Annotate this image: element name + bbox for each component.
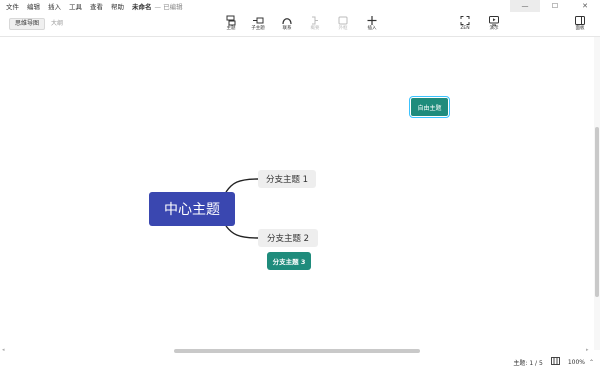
summary-button[interactable]: 概要 [302, 14, 328, 34]
close-button[interactable]: ✕ [570, 0, 600, 12]
topic-icon [226, 15, 236, 26]
vertical-scroll-thumb[interactable] [595, 127, 599, 297]
insert-button[interactable]: 插入 [359, 14, 385, 34]
central-topic[interactable]: 中心主题 [149, 192, 235, 226]
insert-label: 插入 [367, 26, 377, 31]
window-controls: — ☐ ✕ [510, 0, 600, 12]
summary-label: 概要 [310, 26, 320, 31]
panel-button[interactable]: 面板 [567, 14, 593, 34]
menu-file[interactable]: 文件 [6, 1, 19, 11]
boundary-button[interactable]: 外框 [330, 14, 356, 34]
status-bar: 主题: 1 / 5 100% ⌃ [0, 354, 600, 370]
relation-icon [282, 18, 292, 25]
mindmap-canvas[interactable]: 中心主题 分支主题 1 分支主题 2 分支主题 3 自由主题 [0, 37, 594, 350]
document-title: 未命名 [132, 3, 152, 11]
boundary-icon [338, 16, 348, 25]
relation-button[interactable]: 联系 [274, 14, 300, 34]
toolbar: 思维导图 大纲 主题 子主题 联系 概要 外框 插入 ZEN 演示 面板 [0, 12, 600, 37]
menu-insert[interactable]: 插入 [48, 1, 61, 11]
menu-help[interactable]: 帮助 [111, 1, 124, 11]
present-icon [489, 16, 499, 26]
subtopic-button[interactable]: 子主题 [245, 14, 271, 34]
zoom-stepper-icon[interactable]: ⌃ [589, 359, 594, 366]
topic-label: 主题 [226, 26, 236, 31]
present-label: 演示 [489, 26, 499, 31]
zen-button[interactable]: ZEN [452, 14, 478, 34]
fullscreen-icon [460, 16, 470, 25]
floating-topic[interactable]: 自由主题 [409, 96, 450, 118]
branch-topic-2[interactable]: 分支主题 2 [258, 229, 318, 247]
connector-branch-1 [225, 178, 259, 193]
topic-count: 主题: 1 / 5 [513, 359, 543, 367]
branch-topic-3[interactable]: 分支主题 3 [267, 252, 311, 270]
document-status: — 已编辑 [154, 3, 183, 11]
maximize-button[interactable]: ☐ [540, 0, 570, 12]
topic-button[interactable]: 主题 [218, 14, 244, 34]
connector-lines [225, 178, 259, 239]
minimize-button[interactable]: — [510, 0, 540, 12]
menu-view[interactable]: 查看 [90, 1, 103, 11]
menu-tools[interactable]: 工具 [69, 1, 82, 11]
scroll-left-icon[interactable]: ◂ [2, 347, 5, 353]
vertical-scrollbar[interactable] [594, 37, 600, 350]
menu-edit[interactable]: 编辑 [27, 1, 40, 11]
map-fit-icon[interactable] [550, 357, 560, 367]
subtopic-icon [253, 17, 264, 24]
connector-branch-2 [225, 225, 259, 239]
horizontal-scroll-thumb[interactable] [174, 349, 420, 353]
plus-icon [367, 16, 377, 25]
tab-outline[interactable]: 大纲 [46, 18, 68, 30]
scroll-right-icon[interactable]: ▸ [586, 347, 589, 353]
summary-icon [312, 16, 318, 25]
relation-label: 联系 [282, 26, 292, 31]
branch-topic-1[interactable]: 分支主题 1 [258, 170, 316, 188]
present-button[interactable]: 演示 [481, 14, 507, 34]
zoom-level[interactable]: 100% [568, 359, 585, 366]
panel-icon [575, 16, 585, 25]
boundary-label: 外框 [338, 26, 348, 31]
panel-label: 面板 [575, 26, 585, 31]
zen-label: ZEN [460, 26, 470, 31]
tab-mindmap[interactable]: 思维导图 [9, 18, 46, 30]
subtopic-label: 子主题 [251, 26, 265, 31]
